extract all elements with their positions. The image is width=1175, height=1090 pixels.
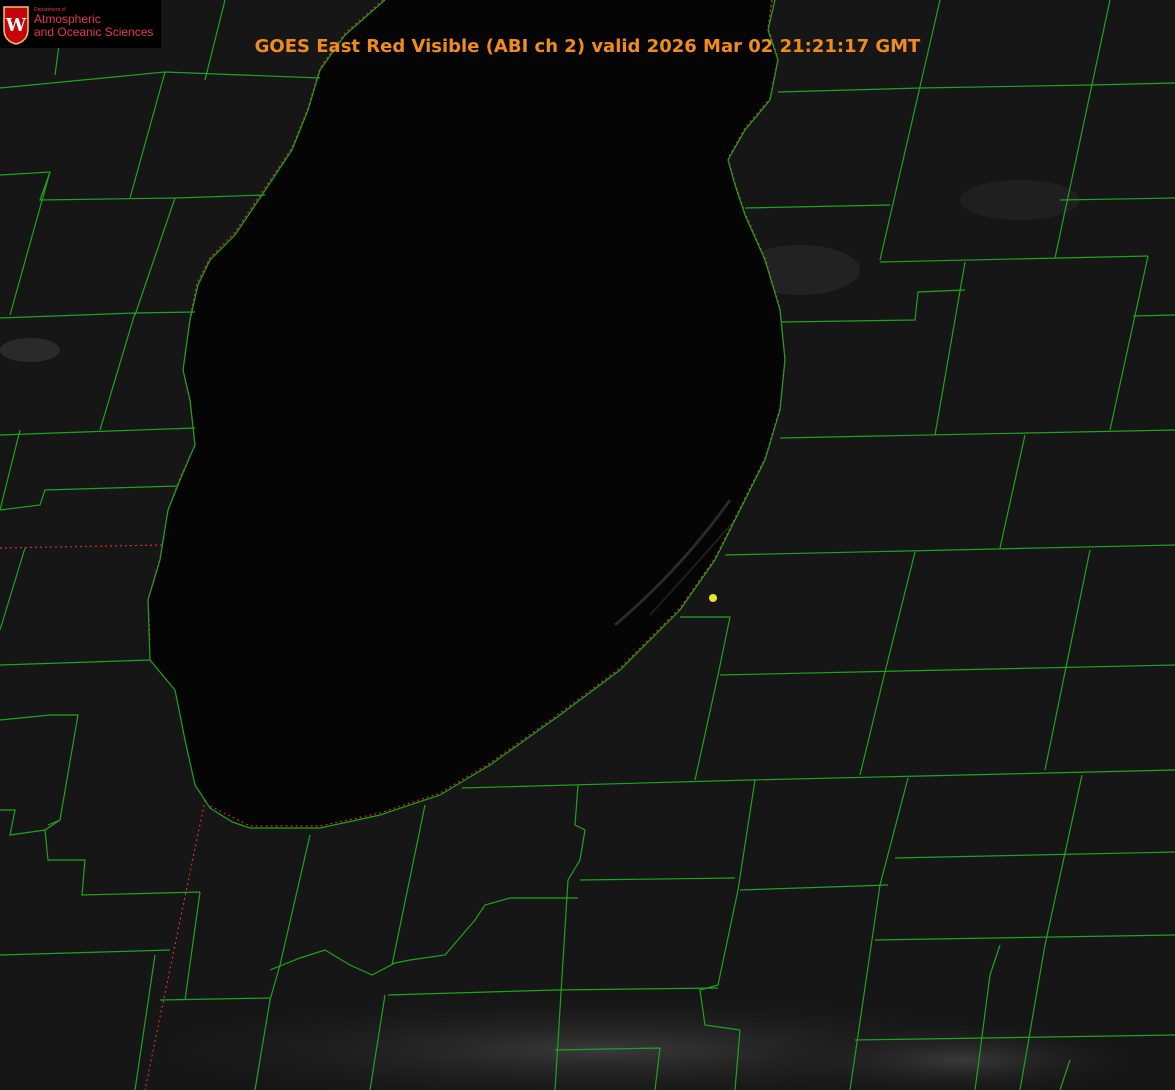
snow-patch <box>0 338 60 362</box>
location-marker-icon <box>709 594 717 602</box>
svg-text:W: W <box>5 15 27 36</box>
image-title: GOES East Red Visible (ABI ch 2) valid 2… <box>254 36 921 57</box>
satellite-image-viewer: W Department of Atmospheric and Oceanic … <box>0 0 1175 1090</box>
satellite-map <box>0 0 1175 1090</box>
logo-line-1: Atmospheric <box>34 12 101 27</box>
logo-text: Department of Atmospheric and Oceanic Sc… <box>34 7 153 38</box>
